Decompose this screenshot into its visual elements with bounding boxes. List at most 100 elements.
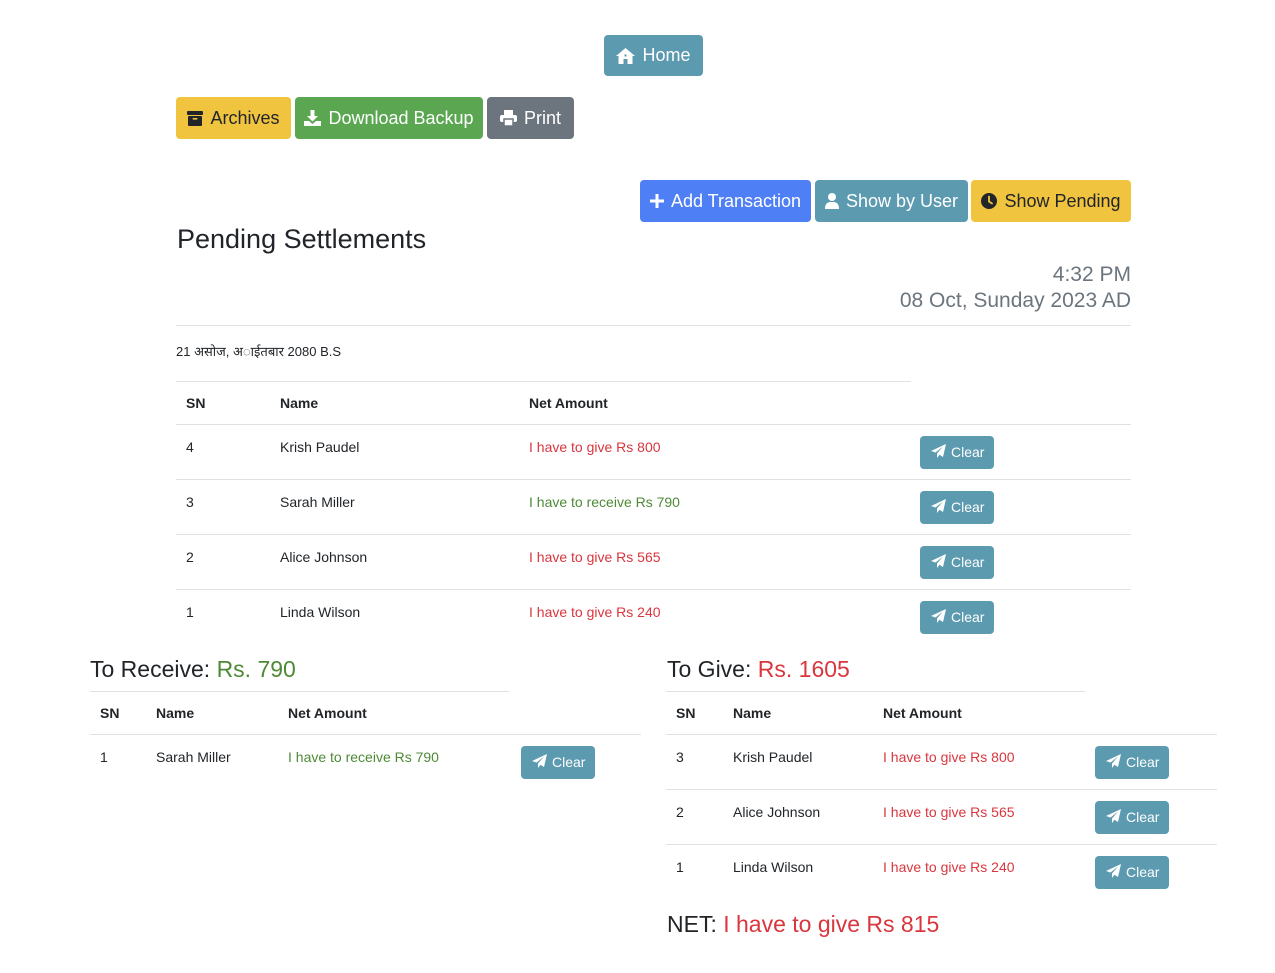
- table-row: 1 Linda Wilson I have to give Rs 240 Clear: [666, 844, 1217, 899]
- send-icon: [931, 608, 946, 626]
- row-net-amount: I have to give Rs 565: [519, 534, 910, 590]
- row-action: Clear: [1085, 844, 1217, 899]
- print-button[interactable]: Print: [487, 97, 574, 139]
- archives-button[interactable]: Archives: [176, 97, 291, 139]
- col-sn: SN: [666, 692, 723, 735]
- row-action: Clear: [910, 424, 1131, 480]
- row-name: Alice Johnson: [270, 534, 519, 590]
- clear-button[interactable]: Clear: [1095, 800, 1170, 834]
- clear-button[interactable]: Clear: [920, 435, 995, 469]
- col-action: [511, 692, 641, 735]
- col-net-amount: Net Amount: [519, 382, 910, 425]
- download-backup-button[interactable]: Download Backup: [295, 97, 483, 139]
- col-net-amount: Net Amount: [278, 692, 511, 735]
- table-row: 4 Krish Paudel I have to give Rs 800 Clear: [176, 424, 1131, 480]
- row-sn: 1: [676, 858, 684, 875]
- home-label: Home: [642, 45, 691, 65]
- clear-button[interactable]: Clear: [1095, 855, 1170, 889]
- print-label: Print: [523, 107, 561, 128]
- user-icon: [824, 193, 839, 209]
- col-action: [1085, 692, 1217, 735]
- clear-label: Clear: [951, 499, 985, 515]
- show-pending-label: Show Pending: [1004, 190, 1121, 211]
- clear-label: Clear: [1126, 864, 1160, 880]
- send-icon: [1106, 753, 1121, 771]
- send-icon: [1106, 808, 1121, 826]
- clear-label: Clear: [1126, 754, 1160, 770]
- send-icon: [532, 753, 547, 771]
- show-pending-button[interactable]: Show Pending: [971, 180, 1131, 222]
- col-action: [910, 382, 1131, 425]
- clear-button[interactable]: Clear: [521, 745, 596, 779]
- clear-label: Clear: [951, 444, 985, 460]
- nepali-date: 21 असोज, अाईतबार 2080 B.S: [176, 344, 342, 359]
- net-summary: NET: I have to give Rs 815: [667, 911, 939, 938]
- current-date: 08 Oct, Sunday 2023 AD: [899, 289, 1131, 312]
- to-give-heading: To Give: Rs. 1605: [667, 656, 850, 683]
- clock-icon: [981, 193, 998, 209]
- table-row: 1 Sarah Miller I have to receive Rs 790 Cle…: [90, 734, 641, 789]
- col-sn: SN: [176, 382, 270, 425]
- to-receive-label: To Receive:: [90, 656, 211, 682]
- current-time: 4:32 PM: [1052, 263, 1131, 286]
- row-net-amount: I have to give Rs 240: [529, 603, 661, 620]
- send-icon: [931, 443, 946, 461]
- table-row: 3 Sarah Miller I have to receive Rs 790 Cle…: [176, 479, 1131, 535]
- download-icon: [304, 110, 322, 126]
- send-icon: [931, 553, 946, 571]
- clear-label: Clear: [951, 554, 985, 570]
- row-name: Linda Wilson: [280, 603, 361, 620]
- row-net-amount: I have to give Rs 240: [883, 858, 1015, 875]
- receive-table: SN Name Net Amount 1 Sarah Miller I have t…: [90, 692, 641, 789]
- add-transaction-button[interactable]: Add Transaction: [640, 180, 811, 222]
- show-by-user-label: Show by User: [845, 190, 959, 211]
- table-header-row: SN Name Net Amount: [666, 692, 1217, 735]
- plus-icon: [649, 194, 664, 208]
- row-net-amount: I have to give Rs 565: [873, 789, 1085, 845]
- row-name: Linda Wilson: [733, 858, 814, 875]
- row-name: Krish Paudel: [270, 424, 519, 480]
- clear-button[interactable]: Clear: [920, 600, 995, 634]
- download-label: Download Backup: [328, 107, 474, 128]
- print-icon: [499, 110, 517, 126]
- pending-table: SN Name Net Amount 4 Krish Paudel I have t…: [176, 382, 1131, 644]
- home-button[interactable]: Home: [604, 35, 703, 76]
- send-icon: [931, 498, 946, 516]
- table-row: 2 Alice Johnson I have to give Rs 565 Clear: [666, 789, 1217, 845]
- clear-button[interactable]: Clear: [920, 490, 995, 524]
- home-icon: [616, 47, 636, 64]
- row-sn: 1: [186, 603, 194, 620]
- row-action: Clear: [910, 479, 1131, 535]
- col-sn: SN: [90, 692, 146, 735]
- add-transaction-label: Add Transaction: [670, 190, 802, 211]
- clear-label: Clear: [552, 754, 586, 770]
- clear-label: Clear: [1126, 809, 1160, 825]
- row-net-amount: I have to give Rs 800: [873, 734, 1085, 790]
- table-header-row: SN Name Net Amount: [90, 692, 641, 735]
- clear-button[interactable]: Clear: [920, 545, 995, 579]
- table-row: 2 Alice Johnson I have to give Rs 565 Clear: [176, 534, 1131, 590]
- row-sn: 1: [100, 748, 108, 765]
- row-action: Clear: [1085, 789, 1217, 845]
- table-row: 3 Krish Paudel I have to give Rs 800 Clear: [666, 734, 1217, 790]
- row-action: Clear: [1085, 734, 1217, 790]
- clear-button[interactable]: Clear: [1095, 745, 1170, 779]
- row-sn: 4: [176, 424, 270, 480]
- page-title: Pending Settlements: [177, 224, 427, 254]
- give-table: SN Name Net Amount 3 Krish Paudel I have t…: [666, 692, 1217, 899]
- to-give-label: To Give:: [667, 656, 752, 682]
- row-sn: 3: [666, 734, 723, 790]
- row-action: Clear: [910, 589, 1131, 644]
- row-name: Alice Johnson: [723, 789, 873, 845]
- row-action: Clear: [511, 734, 641, 789]
- archives-label: Archives: [210, 107, 280, 128]
- archive-icon: [187, 110, 204, 126]
- net-label: NET:: [667, 911, 717, 937]
- col-name: Name: [146, 692, 278, 735]
- show-by-user-button[interactable]: Show by User: [815, 180, 968, 222]
- clear-label: Clear: [951, 609, 985, 625]
- table-row: 1 Linda Wilson I have to give Rs 240 Clear: [176, 589, 1131, 644]
- to-give-amount: Rs. 1605: [757, 656, 850, 682]
- row-net-amount: I have to receive Rs 790: [288, 748, 439, 765]
- table-header-row: SN Name Net Amount: [176, 382, 1131, 425]
